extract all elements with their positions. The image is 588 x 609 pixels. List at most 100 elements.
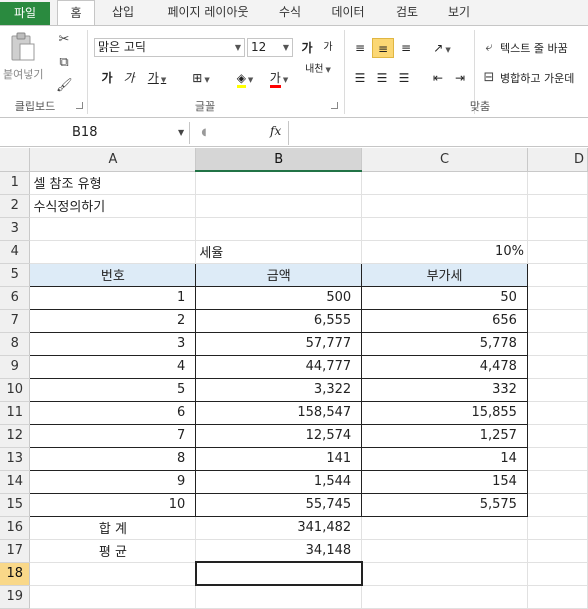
table-cell[interactable]: 7 — [29, 423, 197, 448]
cell-b2[interactable] — [195, 194, 363, 218]
table-cell[interactable]: 141 — [195, 446, 363, 471]
row-header[interactable]: 10 — [0, 378, 31, 402]
row-header[interactable]: 11 — [0, 401, 31, 425]
shrink-font-button[interactable]: 가 — [320, 38, 336, 58]
align-middle-icon[interactable]: ≡ — [372, 38, 394, 58]
cell-d9[interactable] — [527, 355, 588, 379]
name-box[interactable]: B18 ▼ — [0, 122, 190, 144]
merge-center-icon[interactable]: ⊟ — [481, 70, 497, 86]
align-center-icon[interactable]: ☰ — [372, 68, 392, 88]
row-header-selected[interactable]: 18 — [0, 562, 31, 586]
font-size-combo[interactable]: 12 ▼ — [247, 38, 293, 57]
row-header[interactable]: 15 — [0, 493, 31, 517]
row-header[interactable]: 13 — [0, 447, 31, 471]
align-right-icon[interactable]: ☰ — [394, 68, 414, 88]
column-header-b[interactable]: B — [195, 148, 363, 172]
table-cell[interactable]: 4,478 — [361, 354, 528, 379]
cell-d18[interactable] — [527, 562, 588, 586]
cell-d11[interactable] — [527, 401, 588, 425]
table-cell[interactable]: 3 — [29, 331, 197, 356]
tab-home[interactable]: 홈 — [57, 0, 95, 26]
row-header[interactable]: 9 — [0, 355, 31, 379]
header-cell-amount[interactable]: 금액 — [195, 262, 363, 287]
cell-c4[interactable]: 10% — [361, 240, 528, 264]
borders-button[interactable]: ⊞ ▼ — [186, 68, 216, 88]
table-cell[interactable]: 50 — [361, 285, 528, 310]
table-cell[interactable]: 154 — [361, 469, 528, 494]
align-bottom-icon[interactable]: ≡ — [396, 38, 416, 58]
total-label[interactable]: 합 계 — [29, 516, 197, 540]
cell-d3[interactable] — [527, 217, 588, 241]
table-cell[interactable]: 5 — [29, 377, 197, 402]
font-name-combo[interactable]: 맑은 고딕 ▼ — [94, 38, 245, 57]
row-header[interactable]: 2 — [0, 194, 31, 218]
cell-c2[interactable] — [361, 194, 528, 218]
row-header[interactable]: 3 — [0, 217, 31, 241]
phonetic-guide-button[interactable]: 내천 ▼ — [304, 64, 332, 84]
cell-c18[interactable] — [361, 562, 528, 586]
table-cell[interactable]: 500 — [195, 285, 363, 310]
format-painter-icon[interactable]: 🖌 — [56, 78, 73, 94]
tab-view[interactable]: 보기 — [444, 0, 474, 25]
underline-button[interactable]: 가 ▼ — [142, 68, 172, 88]
cell-d12[interactable] — [527, 424, 588, 448]
row-header[interactable]: 12 — [0, 424, 31, 448]
column-header-c[interactable]: C — [361, 148, 528, 172]
table-cell[interactable]: 6 — [29, 400, 197, 425]
cell-a18[interactable] — [29, 562, 197, 586]
cell-d7[interactable] — [527, 309, 588, 333]
table-cell[interactable]: 5,778 — [361, 331, 528, 356]
header-cell-vat[interactable]: 부가세 — [361, 262, 528, 287]
scroll-handle-icon[interactable]: ◖ — [196, 125, 212, 141]
merge-center-button[interactable]: 병합하고 가운데 — [500, 70, 574, 86]
table-cell[interactable]: 10 — [29, 492, 197, 517]
row-header[interactable]: 5 — [0, 263, 31, 287]
cell-a4[interactable] — [29, 240, 197, 264]
row-header[interactable]: 1 — [0, 171, 31, 195]
table-cell[interactable]: 656 — [361, 308, 528, 333]
cell-d5[interactable] — [527, 263, 588, 287]
cell-d2[interactable] — [527, 194, 588, 218]
tab-data[interactable]: 데이터 — [328, 0, 368, 25]
table-cell[interactable]: 14 — [361, 446, 528, 471]
cell-a1[interactable]: 셀 참조 유형 — [29, 171, 197, 195]
table-cell[interactable]: 9 — [29, 469, 197, 494]
row-header[interactable]: 17 — [0, 539, 31, 563]
align-top-icon[interactable]: ≡ — [350, 38, 370, 58]
cell-c16[interactable] — [361, 516, 528, 540]
cell-d14[interactable] — [527, 470, 588, 494]
clipboard-launcher-icon[interactable] — [76, 102, 83, 109]
cell-d16[interactable] — [527, 516, 588, 540]
cell-a3[interactable] — [29, 217, 197, 241]
cell-c19[interactable] — [361, 585, 528, 609]
cell-c17[interactable] — [361, 539, 528, 563]
paste-button-label[interactable]: 붙여넣기 — [3, 66, 43, 82]
cell-d13[interactable] — [527, 447, 588, 471]
table-cell[interactable]: 8 — [29, 446, 197, 471]
table-cell[interactable]: 12,574 — [195, 423, 363, 448]
increase-indent-icon[interactable]: ⇥ — [450, 68, 470, 88]
cell-c3[interactable] — [361, 217, 528, 241]
cell-a2[interactable]: 수식정의하기 — [29, 194, 197, 218]
select-all-corner[interactable] — [0, 148, 31, 172]
average-label[interactable]: 평 균 — [29, 539, 197, 563]
insert-function-icon[interactable]: fx — [270, 124, 281, 138]
table-cell[interactable]: 57,777 — [195, 331, 363, 356]
cell-d10[interactable] — [527, 378, 588, 402]
table-cell[interactable]: 1,257 — [361, 423, 528, 448]
cell-a19[interactable] — [29, 585, 197, 609]
italic-button[interactable]: 가 — [120, 68, 138, 88]
fill-color-button[interactable]: ◈ ▼ — [228, 68, 262, 88]
row-header[interactable]: 6 — [0, 286, 31, 310]
paste-icon[interactable] — [10, 32, 36, 62]
table-cell[interactable]: 6,555 — [195, 308, 363, 333]
cell-d17[interactable] — [527, 539, 588, 563]
column-header-d[interactable]: D — [527, 148, 588, 172]
cell-d4[interactable] — [527, 240, 588, 264]
row-header[interactable]: 7 — [0, 309, 31, 333]
table-cell[interactable]: 15,855 — [361, 400, 528, 425]
decrease-indent-icon[interactable]: ⇤ — [428, 68, 448, 88]
column-header-a[interactable]: A — [29, 148, 197, 172]
copy-icon[interactable]: ⧉ — [56, 55, 72, 71]
row-header[interactable]: 14 — [0, 470, 31, 494]
